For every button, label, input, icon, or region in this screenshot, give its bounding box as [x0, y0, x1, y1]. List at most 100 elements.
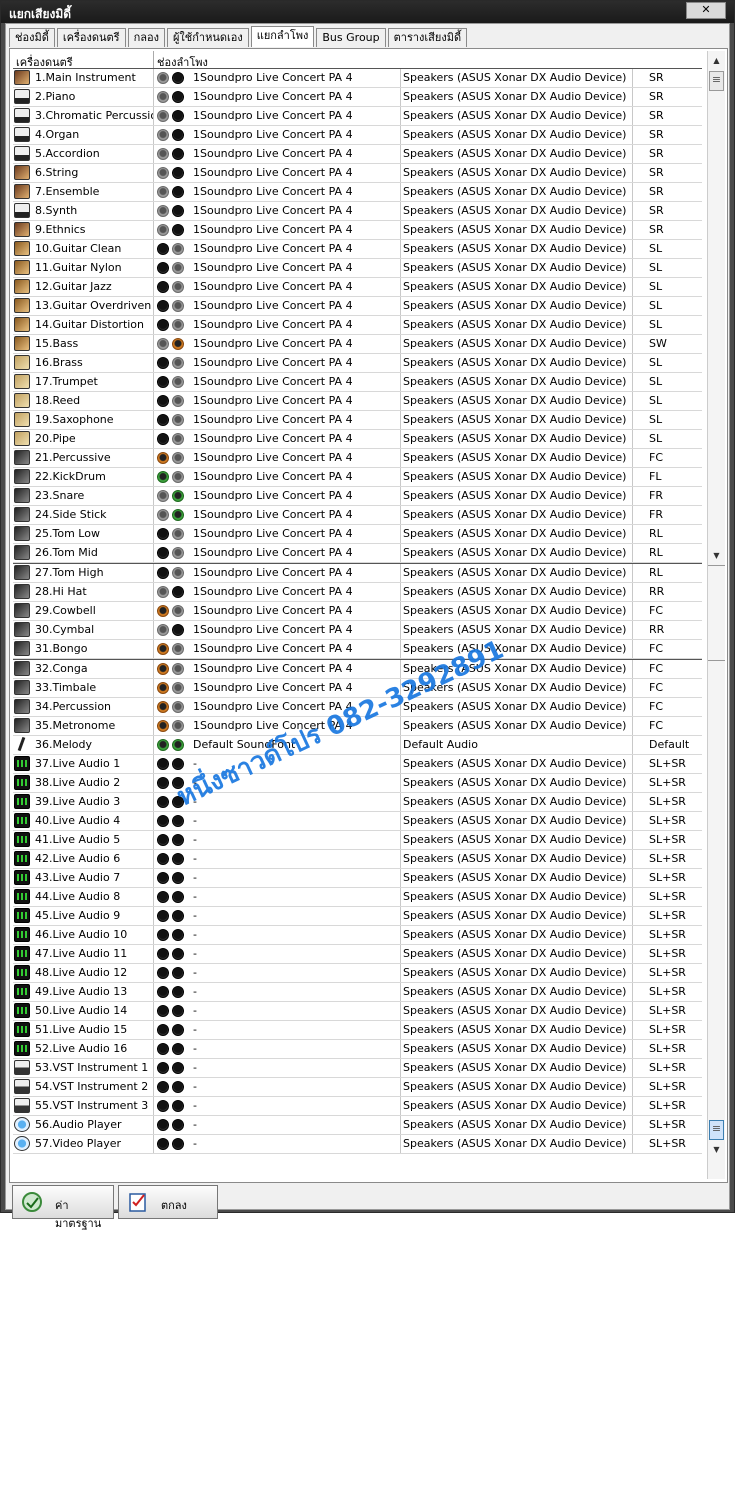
audio-device[interactable]: Speakers (ASUS Xonar DX Audio Device) — [403, 489, 631, 502]
left-channel-dot-icon[interactable] — [157, 490, 169, 502]
speaker-channel[interactable]: SL — [649, 242, 701, 255]
speaker-channel[interactable]: SL — [649, 432, 701, 445]
audio-device[interactable]: Speakers (ASUS Xonar DX Audio Device) — [403, 185, 631, 198]
output-name[interactable]: - — [193, 928, 399, 941]
channel-toggle[interactable] — [155, 757, 191, 771]
output-name[interactable]: 1Soundpro Live Concert PA 4 — [193, 604, 399, 617]
output-name[interactable]: 1Soundpro Live Concert PA 4 — [193, 337, 399, 350]
table-row[interactable]: 26.Tom Mid 1Soundpro Live Concert PA 4 Spe… — [13, 544, 702, 563]
table-row[interactable]: 49.Live Audio 13 - Speakers (ASUS Xonar DX… — [13, 983, 702, 1002]
right-channel-dot-icon[interactable] — [172, 490, 184, 502]
channel-toggle[interactable] — [155, 375, 191, 389]
left-channel-dot-icon[interactable] — [157, 186, 169, 198]
audio-device[interactable]: Speakers (ASUS Xonar DX Audio Device) — [403, 585, 631, 598]
left-channel-dot-icon[interactable] — [157, 624, 169, 636]
right-channel-dot-icon[interactable] — [172, 205, 184, 217]
table-row[interactable]: 16.Brass 1Soundpro Live Concert PA 4 Speak… — [13, 354, 702, 373]
output-name[interactable]: 1Soundpro Live Concert PA 4 — [193, 185, 399, 198]
table-row[interactable]: 41.Live Audio 5 - Speakers (ASUS Xonar DX … — [13, 831, 702, 850]
speaker-channel[interactable]: SL+SR — [649, 1042, 701, 1055]
right-channel-dot-icon[interactable] — [172, 471, 184, 483]
right-channel-dot-icon[interactable] — [172, 948, 184, 960]
left-channel-dot-icon[interactable] — [157, 567, 169, 579]
speaker-channel[interactable]: SR — [649, 147, 701, 160]
right-channel-dot-icon[interactable] — [172, 586, 184, 598]
right-channel-dot-icon[interactable] — [172, 224, 184, 236]
output-name[interactable]: - — [193, 890, 399, 903]
right-channel-dot-icon[interactable] — [172, 663, 184, 675]
table-row[interactable]: 10.Guitar Clean 1Soundpro Live Concert PA… — [13, 240, 702, 259]
output-name[interactable]: - — [193, 1080, 399, 1093]
output-name[interactable]: 1Soundpro Live Concert PA 4 — [193, 128, 399, 141]
left-channel-dot-icon[interactable] — [157, 720, 169, 732]
table-row[interactable]: 38.Live Audio 2- Speakers (ASUS Xonar DX … — [13, 774, 702, 793]
table-row[interactable]: 7.Ensemble 1Soundpro Live Concert PA 4 Spe… — [13, 183, 702, 202]
right-channel-dot-icon[interactable] — [172, 891, 184, 903]
audio-device[interactable]: Speakers (ASUS Xonar DX Audio Device) — [403, 527, 631, 540]
channel-toggle[interactable] — [155, 337, 191, 351]
left-channel-dot-icon[interactable] — [157, 471, 169, 483]
left-channel-dot-icon[interactable] — [157, 357, 169, 369]
left-channel-dot-icon[interactable] — [157, 739, 169, 751]
table-row[interactable]: 31.Bongo 1Soundpro Live Concert PA 4 Speak… — [13, 640, 702, 659]
speaker-channel[interactable]: SR — [649, 185, 701, 198]
channel-toggle[interactable] — [155, 527, 191, 541]
audio-device[interactable]: Speakers (ASUS Xonar DX Audio Device) — [403, 871, 631, 884]
output-name[interactable]: 1Soundpro Live Concert PA 4 — [193, 527, 399, 540]
left-channel-dot-icon[interactable] — [157, 338, 169, 350]
audio-device[interactable]: Speakers (ASUS Xonar DX Audio Device) — [403, 394, 631, 407]
audio-device[interactable]: Speakers (ASUS Xonar DX Audio Device) — [403, 451, 631, 464]
left-channel-dot-icon[interactable] — [157, 129, 169, 141]
channel-toggle[interactable] — [155, 280, 191, 294]
speaker-channel[interactable]: SL — [649, 318, 701, 331]
channel-toggle[interactable] — [155, 947, 191, 961]
speaker-channel[interactable]: SL+SR — [649, 890, 701, 903]
speaker-channel[interactable]: SL+SR — [649, 1004, 701, 1017]
table-row[interactable]: 30.Cymbal 1Soundpro Live Concert PA 4 Spea… — [13, 621, 702, 640]
left-channel-dot-icon[interactable] — [157, 682, 169, 694]
output-name[interactable]: - — [193, 966, 399, 979]
left-channel-dot-icon[interactable] — [157, 205, 169, 217]
speaker-channel[interactable]: SL+SR — [649, 1118, 701, 1131]
left-channel-dot-icon[interactable] — [157, 910, 169, 922]
channel-toggle[interactable] — [155, 1137, 191, 1151]
channel-toggle[interactable] — [155, 871, 191, 885]
audio-device[interactable]: Speakers (ASUS Xonar DX Audio Device) — [403, 985, 631, 998]
right-channel-dot-icon[interactable] — [172, 834, 184, 846]
channel-toggle[interactable] — [155, 299, 191, 313]
table-row[interactable]: 29.Cowbell 1Soundpro Live Concert PA 4 Spe… — [13, 602, 702, 621]
channel-toggle[interactable] — [155, 318, 191, 332]
output-name[interactable]: 1Soundpro Live Concert PA 4 — [193, 109, 399, 122]
audio-device[interactable]: Speakers (ASUS Xonar DX Audio Device) — [403, 852, 631, 865]
speaker-channel[interactable]: RR — [649, 585, 701, 598]
left-channel-dot-icon[interactable] — [157, 262, 169, 274]
table-row[interactable]: 37.Live Audio 1- Speakers (ASUS Xonar DX … — [13, 755, 702, 774]
audio-device[interactable]: Speakers (ASUS Xonar DX Audio Device) — [403, 470, 631, 483]
right-channel-dot-icon[interactable] — [172, 967, 184, 979]
right-channel-dot-icon[interactable] — [172, 1062, 184, 1074]
output-name[interactable]: 1Soundpro Live Concert PA 4 — [193, 566, 399, 579]
speaker-channel[interactable]: SW — [649, 337, 701, 350]
channel-toggle[interactable] — [155, 261, 191, 275]
right-channel-dot-icon[interactable] — [172, 815, 184, 827]
table-row[interactable]: 14.Guitar Distortion 1Soundpro Live Conce… — [13, 316, 702, 335]
left-channel-dot-icon[interactable] — [157, 319, 169, 331]
right-channel-dot-icon[interactable] — [172, 281, 184, 293]
right-channel-dot-icon[interactable] — [172, 853, 184, 865]
left-channel-dot-icon[interactable] — [157, 224, 169, 236]
channel-toggle[interactable] — [155, 394, 191, 408]
right-channel-dot-icon[interactable] — [172, 1138, 184, 1150]
speaker-channel[interactable]: SL+SR — [649, 909, 701, 922]
speaker-channel[interactable]: SL+SR — [649, 871, 701, 884]
close-button[interactable]: ✕ — [686, 2, 726, 19]
channel-toggle[interactable] — [155, 90, 191, 104]
output-name[interactable]: - — [193, 1042, 399, 1055]
channel-toggle[interactable] — [155, 566, 191, 580]
tab-2[interactable]: กลอง — [127, 28, 165, 47]
channel-toggle[interactable] — [155, 1099, 191, 1113]
channel-toggle[interactable] — [155, 719, 191, 733]
right-channel-dot-icon[interactable] — [172, 872, 184, 884]
left-channel-dot-icon[interactable] — [157, 1081, 169, 1093]
audio-device[interactable]: Speakers (ASUS Xonar DX Audio Device) — [403, 261, 631, 274]
output-name[interactable]: 1Soundpro Live Concert PA 4 — [193, 90, 399, 103]
